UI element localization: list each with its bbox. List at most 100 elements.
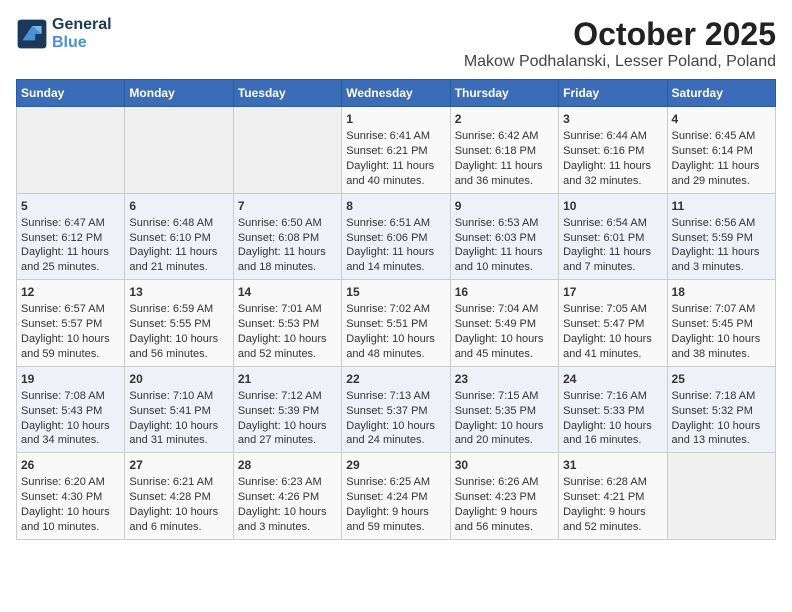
day-info: Daylight: 10 hours and 24 minutes. <box>346 419 445 449</box>
day-info: Daylight: 9 hours and 59 minutes. <box>346 505 445 535</box>
day-info: Sunset: 5:51 PM <box>346 317 445 332</box>
day-info: Sunset: 6:12 PM <box>21 231 120 246</box>
day-number: 8 <box>346 198 445 214</box>
day-info: Daylight: 10 hours and 38 minutes. <box>672 332 771 362</box>
day-info: Sunrise: 6:44 AM <box>563 129 662 144</box>
day-info: Sunrise: 7:05 AM <box>563 302 662 317</box>
day-number: 30 <box>455 457 554 473</box>
day-info: Daylight: 11 hours and 21 minutes. <box>129 245 228 275</box>
title-block: October 2025 Makow Podhalanski, Lesser P… <box>464 16 776 71</box>
day-number: 5 <box>21 198 120 214</box>
calendar-cell: 29Sunrise: 6:25 AMSunset: 4:24 PMDayligh… <box>342 453 450 540</box>
day-info: Sunset: 5:41 PM <box>129 404 228 419</box>
day-info: Sunset: 4:24 PM <box>346 490 445 505</box>
calendar-cell: 1Sunrise: 6:41 AMSunset: 6:21 PMDaylight… <box>342 107 450 194</box>
calendar-cell: 12Sunrise: 6:57 AMSunset: 5:57 PMDayligh… <box>17 280 125 367</box>
logo-icon <box>16 18 48 50</box>
calendar-cell: 3Sunrise: 6:44 AMSunset: 6:16 PMDaylight… <box>559 107 667 194</box>
day-info: Sunrise: 6:45 AM <box>672 129 771 144</box>
calendar-table: SundayMondayTuesdayWednesdayThursdayFrid… <box>16 79 776 540</box>
page-title: October 2025 <box>464 16 776 53</box>
day-info: Daylight: 10 hours and 41 minutes. <box>563 332 662 362</box>
calendar-cell: 11Sunrise: 6:56 AMSunset: 5:59 PMDayligh… <box>667 193 775 280</box>
day-info: Sunrise: 7:04 AM <box>455 302 554 317</box>
calendar-week-4: 19Sunrise: 7:08 AMSunset: 5:43 PMDayligh… <box>17 366 776 453</box>
day-info: Sunrise: 7:13 AM <box>346 389 445 404</box>
page-subtitle: Makow Podhalanski, Lesser Poland, Poland <box>464 53 776 71</box>
calendar-cell: 5Sunrise: 6:47 AMSunset: 6:12 PMDaylight… <box>17 193 125 280</box>
day-info: Sunrise: 6:54 AM <box>563 216 662 231</box>
day-info: Sunrise: 6:47 AM <box>21 216 120 231</box>
day-number: 28 <box>238 457 337 473</box>
calendar-cell <box>17 107 125 194</box>
day-info: Sunset: 4:30 PM <box>21 490 120 505</box>
weekday-header-monday: Monday <box>125 80 233 107</box>
day-info: Sunrise: 6:53 AM <box>455 216 554 231</box>
day-info: Sunset: 5:55 PM <box>129 317 228 332</box>
calendar-cell: 25Sunrise: 7:18 AMSunset: 5:32 PMDayligh… <box>667 366 775 453</box>
day-info: Sunset: 5:47 PM <box>563 317 662 332</box>
day-number: 21 <box>238 371 337 387</box>
day-info: Sunset: 6:14 PM <box>672 144 771 159</box>
day-info: Sunset: 6:18 PM <box>455 144 554 159</box>
day-info: Sunrise: 6:28 AM <box>563 475 662 490</box>
day-info: Daylight: 10 hours and 3 minutes. <box>238 505 337 535</box>
day-info: Sunset: 5:43 PM <box>21 404 120 419</box>
calendar-cell: 19Sunrise: 7:08 AMSunset: 5:43 PMDayligh… <box>17 366 125 453</box>
calendar-cell: 2Sunrise: 6:42 AMSunset: 6:18 PMDaylight… <box>450 107 558 194</box>
calendar-cell: 13 Sunrise: 6:59 AMSunset: 5:55 PMDayligh… <box>125 280 233 367</box>
day-info: Sunset: 5:37 PM <box>346 404 445 419</box>
day-info: Daylight: 10 hours and 45 minutes. <box>455 332 554 362</box>
calendar-cell <box>233 107 341 194</box>
day-number: 6 <box>129 198 228 214</box>
day-info: Sunrise: 6:59 AM <box>129 302 228 317</box>
calendar-cell: 6Sunrise: 6:48 AMSunset: 6:10 PMDaylight… <box>125 193 233 280</box>
day-info: Daylight: 10 hours and 27 minutes. <box>238 419 337 449</box>
calendar-cell <box>667 453 775 540</box>
weekday-header-friday: Friday <box>559 80 667 107</box>
day-info: Sunrise: 7:07 AM <box>672 302 771 317</box>
day-info: Sunset: 5:49 PM <box>455 317 554 332</box>
day-info: Sunset: 5:59 PM <box>672 231 771 246</box>
day-number: 23 <box>455 371 554 387</box>
day-number: 20 <box>129 371 228 387</box>
day-info: Daylight: 10 hours and 16 minutes. <box>563 419 662 449</box>
day-info: Daylight: 10 hours and 31 minutes. <box>129 419 228 449</box>
day-info: Sunrise: 6:42 AM <box>455 129 554 144</box>
calendar-cell: 30Sunrise: 6:26 AMSunset: 4:23 PMDayligh… <box>450 453 558 540</box>
calendar-week-1: 1Sunrise: 6:41 AMSunset: 6:21 PMDaylight… <box>17 107 776 194</box>
day-info: Daylight: 10 hours and 13 minutes. <box>672 419 771 449</box>
calendar-cell: 9Sunrise: 6:53 AMSunset: 6:03 PMDaylight… <box>450 193 558 280</box>
day-info: Sunset: 5:39 PM <box>238 404 337 419</box>
day-info: Sunrise: 7:15 AM <box>455 389 554 404</box>
day-number: 13 <box>129 284 228 300</box>
day-info: Daylight: 10 hours and 56 minutes. <box>129 332 228 362</box>
day-number: 2 <box>455 111 554 127</box>
calendar-cell: 4Sunrise: 6:45 AMSunset: 6:14 PMDaylight… <box>667 107 775 194</box>
day-info: Daylight: 11 hours and 32 minutes. <box>563 159 662 189</box>
day-number: 7 <box>238 198 337 214</box>
day-number: 27 <box>129 457 228 473</box>
day-info: Sunset: 6:08 PM <box>238 231 337 246</box>
day-info: Sunrise: 6:26 AM <box>455 475 554 490</box>
day-info: Sunset: 4:23 PM <box>455 490 554 505</box>
day-info: Daylight: 10 hours and 59 minutes. <box>21 332 120 362</box>
day-info: Daylight: 10 hours and 10 minutes. <box>21 505 120 535</box>
logo-general: General <box>52 16 112 34</box>
day-info: Daylight: 10 hours and 48 minutes. <box>346 332 445 362</box>
day-info: Sunrise: 7:12 AM <box>238 389 337 404</box>
logo-blue: Blue <box>52 34 112 52</box>
day-number: 9 <box>455 198 554 214</box>
day-info: Daylight: 10 hours and 20 minutes. <box>455 419 554 449</box>
day-info: Sunrise: 6:57 AM <box>21 302 120 317</box>
day-number: 14 <box>238 284 337 300</box>
day-info: Daylight: 10 hours and 34 minutes. <box>21 419 120 449</box>
day-info: Sunrise: 6:25 AM <box>346 475 445 490</box>
day-info: Sunrise: 7:10 AM <box>129 389 228 404</box>
day-info: Sunrise: 6:21 AM <box>129 475 228 490</box>
day-info: Sunset: 6:03 PM <box>455 231 554 246</box>
page-header: General Blue October 2025 Makow Podhalan… <box>16 16 776 71</box>
day-info: Daylight: 11 hours and 40 minutes. <box>346 159 445 189</box>
day-number: 4 <box>672 111 771 127</box>
weekday-header-row: SundayMondayTuesdayWednesdayThursdayFrid… <box>17 80 776 107</box>
